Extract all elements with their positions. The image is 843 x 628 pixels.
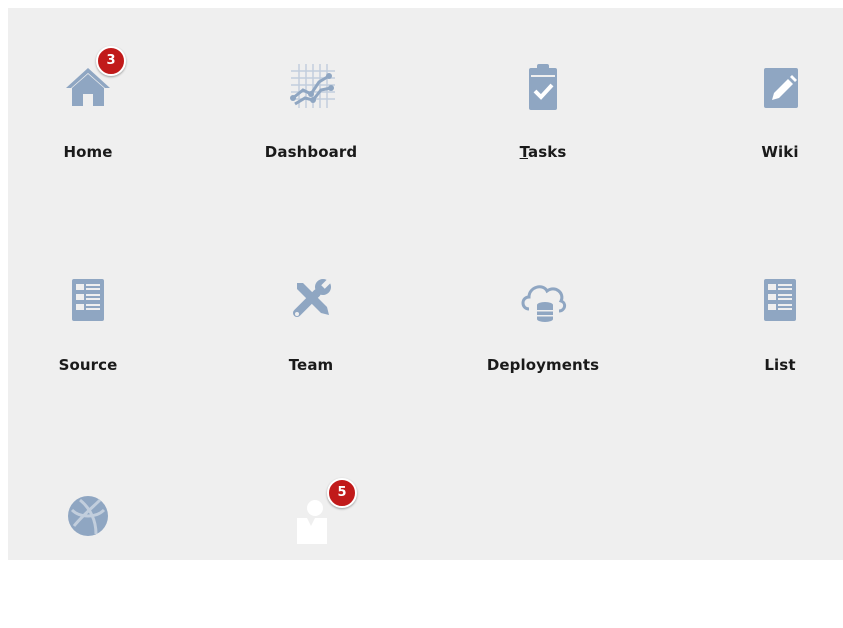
pencil-icon [752,58,808,114]
tile-label: Dashboard [264,143,358,161]
tile-deployments[interactable]: Deployments [453,221,633,411]
tile-wiki[interactable]: Wiki [690,8,843,198]
list-document-icon [752,271,808,327]
tile-label: Tasks [519,143,567,161]
tile-label: Source [58,356,118,374]
tile-globe[interactable] [0,438,178,628]
tile-team[interactable]: Team [221,221,401,411]
tile-label: List [764,356,796,374]
notification-badge: 3 [96,46,126,76]
tile-label: Home [63,143,113,161]
chart-grid-icon [283,58,339,114]
globe-icon [60,488,116,544]
tile-label: Deployments [486,356,600,374]
cloud-database-icon [515,271,571,327]
notification-badge: 5 [327,478,357,508]
tile-list[interactable]: List [690,221,843,411]
tile-user[interactable]: 5 [221,438,401,628]
list-document-icon [60,271,116,327]
clipboard-check-icon [515,58,571,114]
tile-home[interactable]: 3 Home [0,8,178,198]
tile-label: Team [288,356,334,374]
tile-source[interactable]: Source [0,221,178,411]
tile-label: Wiki [761,143,799,161]
tile-dashboard[interactable]: Dashboard [221,8,401,198]
tile-tasks[interactable]: Tasks [453,8,633,198]
tools-icon [283,271,339,327]
app-launcher-panel: 3 Home Dashboard Tasks Wiki Source Team … [8,8,843,560]
